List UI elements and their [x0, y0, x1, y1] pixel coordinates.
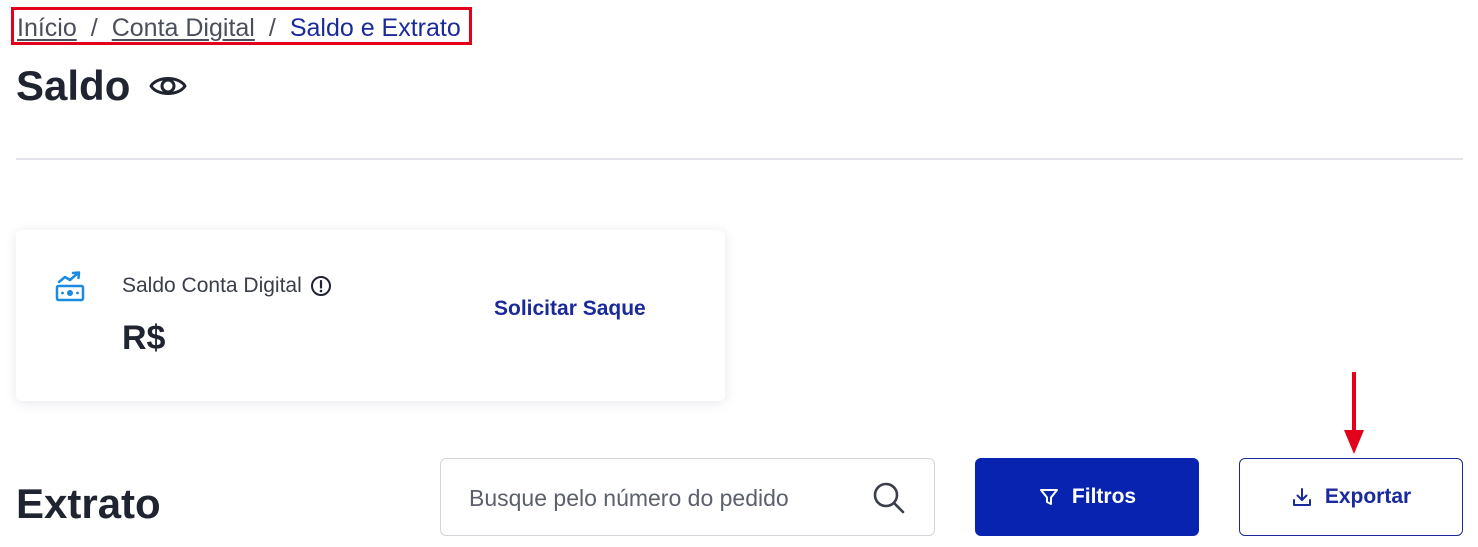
breadcrumb-separator: / [268, 14, 276, 42]
balance-currency: R$ [122, 319, 166, 357]
filters-label: Filtros [1071, 485, 1137, 508]
breadcrumb-link-inicio[interactable]: Início [17, 14, 77, 42]
breadcrumb-current: Saldo e Extrato [289, 14, 461, 42]
statement-title: Extrato [16, 480, 161, 527]
filter-icon [1038, 486, 1060, 508]
balance-label: Saldo Conta Digital [122, 274, 302, 297]
export-button[interactable]: Exportar [1239, 458, 1463, 536]
breadcrumb: Início / Conta Digital / Saldo e Extrato [11, 7, 472, 45]
search-input[interactable] [469, 481, 859, 515]
breadcrumb-link-conta-digital[interactable]: Conta Digital [112, 14, 255, 42]
withdraw-link[interactable]: Solicitar Saque [494, 297, 646, 321]
download-icon [1291, 486, 1313, 508]
search-icon[interactable] [871, 480, 907, 516]
balance-label-row: Saldo Conta Digital [122, 274, 332, 298]
search-box [440, 458, 935, 536]
export-label: Exportar [1324, 485, 1412, 508]
filters-button[interactable]: Filtros [975, 458, 1199, 536]
title-row: Saldo [16, 62, 188, 110]
divider [16, 158, 1463, 160]
annotation-arrow-icon [1344, 372, 1364, 454]
info-icon[interactable] [310, 275, 332, 297]
balance-card: Saldo Conta Digital R$ Solicitar Saque [16, 230, 725, 401]
money-icon [54, 270, 86, 304]
eye-icon[interactable] [148, 66, 188, 106]
page-title: Saldo [16, 62, 131, 109]
breadcrumb-separator: / [90, 14, 98, 42]
page: Início / Conta Digital / Saldo e Extrato… [0, 0, 1478, 547]
